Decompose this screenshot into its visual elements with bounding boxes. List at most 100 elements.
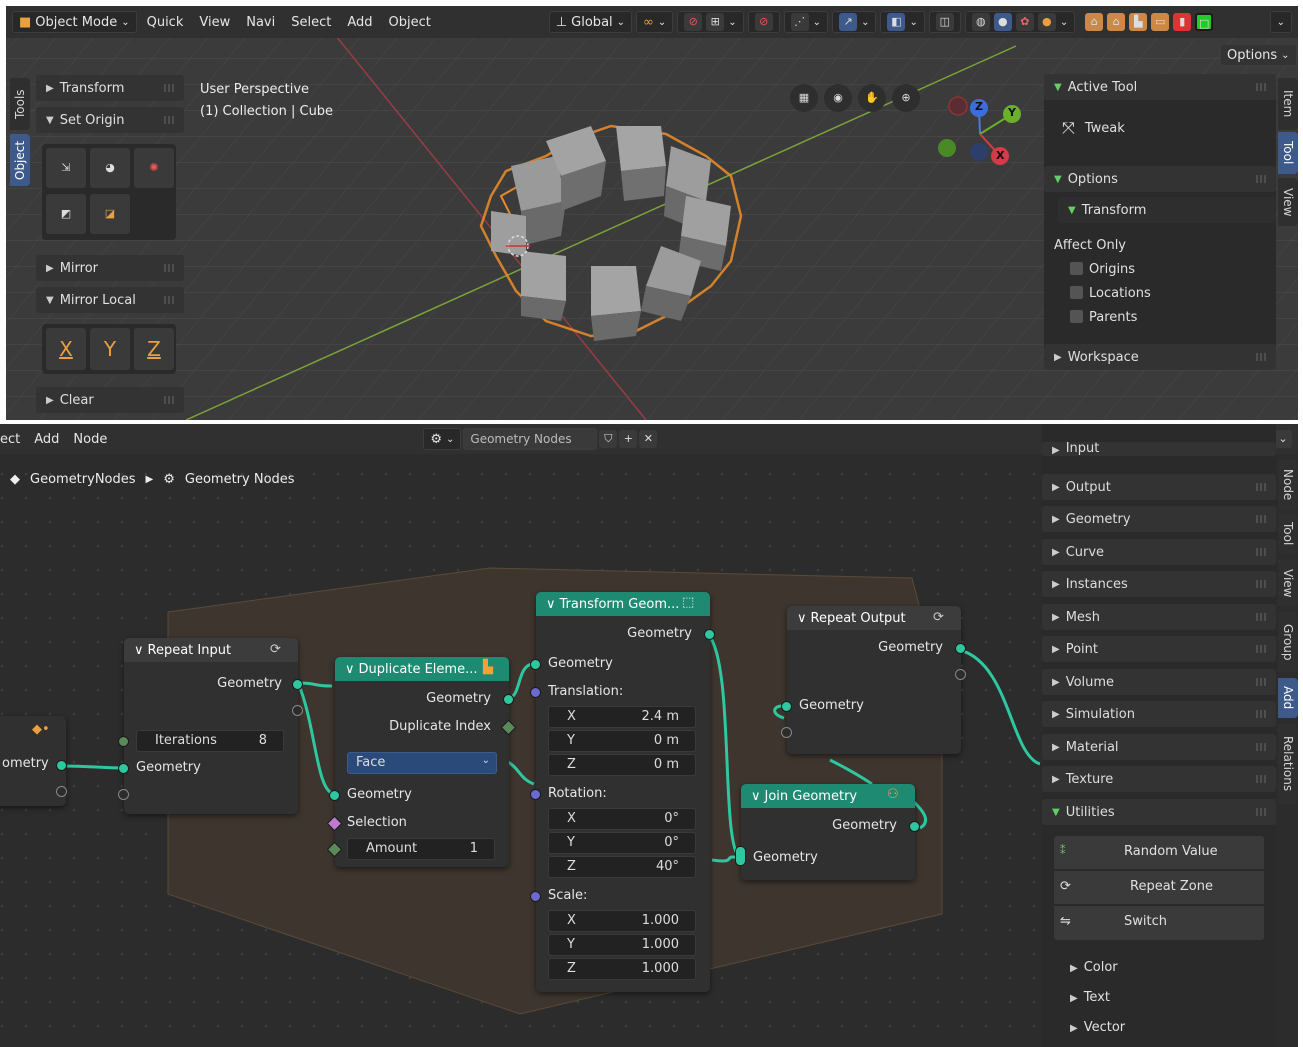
green-square-icon[interactable]: □ — [1195, 13, 1214, 31]
solid-shading-icon[interactable]: ● — [993, 13, 1012, 31]
category-output[interactable]: ▶ Output — [1042, 474, 1276, 500]
output-socket-empty[interactable] — [56, 786, 67, 797]
tab-add[interactable]: Add — [1278, 678, 1298, 718]
show-gizmo-toggle[interactable]: ↗ ⌄ — [832, 11, 877, 33]
input-socket-geometry-multi[interactable] — [735, 846, 746, 866]
input-socket-empty[interactable] — [781, 727, 792, 738]
proportional-toggle[interactable]: ⊘ — [747, 11, 780, 33]
panel-set-origin[interactable]: ▼ Set Origin — [36, 107, 184, 133]
scale-x-field[interactable]: X 1.000 — [548, 910, 696, 932]
drag-handle[interactable] — [1256, 710, 1268, 718]
checkbox-origins[interactable]: Origins — [1070, 262, 1135, 277]
color-icon[interactable]: ▮ — [1173, 13, 1192, 31]
drag-handle[interactable] — [164, 116, 176, 124]
menu-select[interactable]: Select — [285, 11, 337, 33]
orientation-dropdown[interactable]: ⊥ Global ⌄ — [548, 11, 633, 33]
drag-handle[interactable] — [1256, 580, 1268, 588]
tab-tool[interactable]: Tool — [1278, 514, 1298, 554]
category-material[interactable]: ▶ Material — [1042, 734, 1276, 760]
wireframe-shading-icon[interactable]: ◍ — [971, 13, 990, 31]
iterations-field[interactable]: Iterations 8 — [136, 730, 284, 752]
category-volume[interactable]: ▶ Volume — [1042, 669, 1276, 695]
group-input-node[interactable]: ◆• ometry — [0, 716, 67, 806]
drag-handle[interactable] — [1256, 808, 1268, 816]
unlink-x-icon[interactable]: ✕ — [639, 430, 658, 448]
menu-select[interactable]: ect — [0, 428, 26, 450]
tab-view[interactable]: View — [1278, 178, 1298, 226]
drag-handle[interactable] — [164, 396, 176, 404]
drag-handle[interactable] — [1256, 515, 1268, 523]
panel-options-transform[interactable]: ▼ Transform — [1058, 197, 1276, 223]
input-socket-geometry[interactable] — [781, 701, 792, 712]
input-socket-scale[interactable] — [530, 891, 541, 902]
overlay-dropdown-icon[interactable]: ⌄ — [1274, 430, 1292, 448]
menu-quick[interactable]: Quick — [141, 11, 190, 33]
category-texture[interactable]: ▶ Texture — [1042, 766, 1276, 792]
rotation-x-field[interactable]: X 0° — [548, 808, 696, 830]
output-socket-geometry[interactable] — [955, 643, 966, 654]
drag-handle[interactable] — [164, 264, 176, 272]
tab-relations[interactable]: Relations — [1278, 724, 1298, 804]
translation-y-field[interactable]: Y0 m — [548, 730, 696, 752]
translation-z-field[interactable]: Z0 m — [548, 754, 696, 776]
scale-y-field[interactable]: Y 1.000 — [548, 934, 696, 956]
node-editor[interactable]: ect Add Node ⚙⌄ Geometry Nodes ⛉ + ✕ 📌 ⊘… — [0, 424, 1298, 1047]
menu-object[interactable]: Object — [383, 11, 437, 33]
menu-navi[interactable]: Navi — [240, 11, 281, 33]
origin-to-geometry-icon[interactable]: ⇲ — [46, 148, 86, 188]
viewport-3d[interactable]: ■ Object Mode ⌄ Quick View Navi Select Add… — [6, 6, 1298, 420]
drag-handle[interactable] — [164, 296, 176, 304]
building-icon[interactable]: ▙ — [1129, 13, 1148, 31]
utility-random-value[interactable]: ⁑ Random Value — [1054, 836, 1264, 870]
drag-handle[interactable] — [164, 84, 176, 92]
amount-field[interactable]: Amount 1 — [347, 838, 495, 860]
menu-add[interactable]: Add — [341, 11, 378, 33]
panel-transform[interactable]: ▶ Transform — [36, 75, 184, 101]
drag-handle[interactable] — [1256, 483, 1268, 491]
duplicate-elements-node[interactable]: ∨ Duplicate Eleme... ▙ Geometry Duplicate… — [326, 657, 517, 867]
panel-mirror[interactable]: ▶ Mirror — [36, 255, 184, 281]
options-dropdown[interactable]: Options ⌄ — [1220, 44, 1297, 66]
join-geometry-node[interactable]: ∨ Join Geometry ⚇ Geometry Geometry — [735, 784, 920, 880]
rotation-y-field[interactable]: Y 0° — [548, 832, 696, 854]
menu-view[interactable]: View — [193, 11, 236, 33]
input-socket-geometry[interactable] — [118, 763, 129, 774]
checkbox-parents[interactable]: Parents — [1070, 310, 1137, 325]
input-socket-rotation[interactable] — [530, 789, 541, 800]
zoom-icon[interactable]: ⊕ — [892, 84, 920, 112]
menu-node[interactable]: Node — [67, 428, 113, 450]
camera-icon[interactable]: ◉ — [824, 84, 852, 112]
drag-handle[interactable] — [1256, 83, 1268, 91]
category-point[interactable]: ▶ Point — [1042, 636, 1276, 662]
category-utilities[interactable]: ▼ Utilities — [1042, 799, 1276, 825]
mirror-z-button[interactable]: Z — [134, 328, 174, 370]
panel-mirror-local[interactable]: ▼ Mirror Local — [36, 287, 184, 313]
drag-handle[interactable] — [1256, 548, 1268, 556]
category-geometry[interactable]: ▶ Geometry — [1042, 506, 1276, 532]
gizmo-dropdown[interactable]: ⋰ ⌄ — [783, 11, 829, 33]
panel-workspace[interactable]: ▶ Workspace — [1044, 344, 1276, 370]
tab-view[interactable]: View — [1278, 560, 1298, 606]
output-socket-empty[interactable] — [955, 669, 966, 680]
output-socket-geometry[interactable] — [503, 694, 514, 705]
drag-handle[interactable] — [1256, 353, 1268, 361]
rotation-z-field[interactable]: Z 40° — [548, 856, 696, 878]
category-input[interactable]: ▶ Input — [1042, 442, 1276, 456]
origin-to-cursor-icon[interactable]: ◕ — [90, 148, 130, 188]
category-mesh[interactable]: ▶ Mesh — [1042, 604, 1276, 630]
rendered-shading-icon[interactable]: ● — [1037, 13, 1056, 31]
drag-handle[interactable] — [1256, 175, 1268, 183]
repeat-output-node[interactable]: ∨ Repeat Output ⟳ Geometry Geometry — [781, 606, 966, 754]
tab-tool[interactable]: Tool — [1278, 132, 1298, 174]
category-simulation[interactable]: ▶ Simulation — [1042, 701, 1276, 727]
mirror-x-button[interactable]: X — [46, 328, 86, 370]
pivot-dropdown[interactable]: ∞ ⌄ — [636, 11, 674, 33]
output-socket-geometry[interactable] — [56, 760, 67, 771]
origin-to-center-icon[interactable]: ✺ — [134, 148, 174, 188]
input-socket-geometry[interactable] — [329, 790, 340, 801]
subcategory-vector[interactable]: ▶ Vector — [1070, 1020, 1125, 1035]
translation-x-field[interactable]: X 2.4 m — [548, 706, 696, 728]
hand-pan-icon[interactable]: ✋ — [858, 84, 886, 112]
output-socket-geometry[interactable] — [909, 821, 920, 832]
tab-node[interactable]: Node — [1278, 460, 1298, 510]
